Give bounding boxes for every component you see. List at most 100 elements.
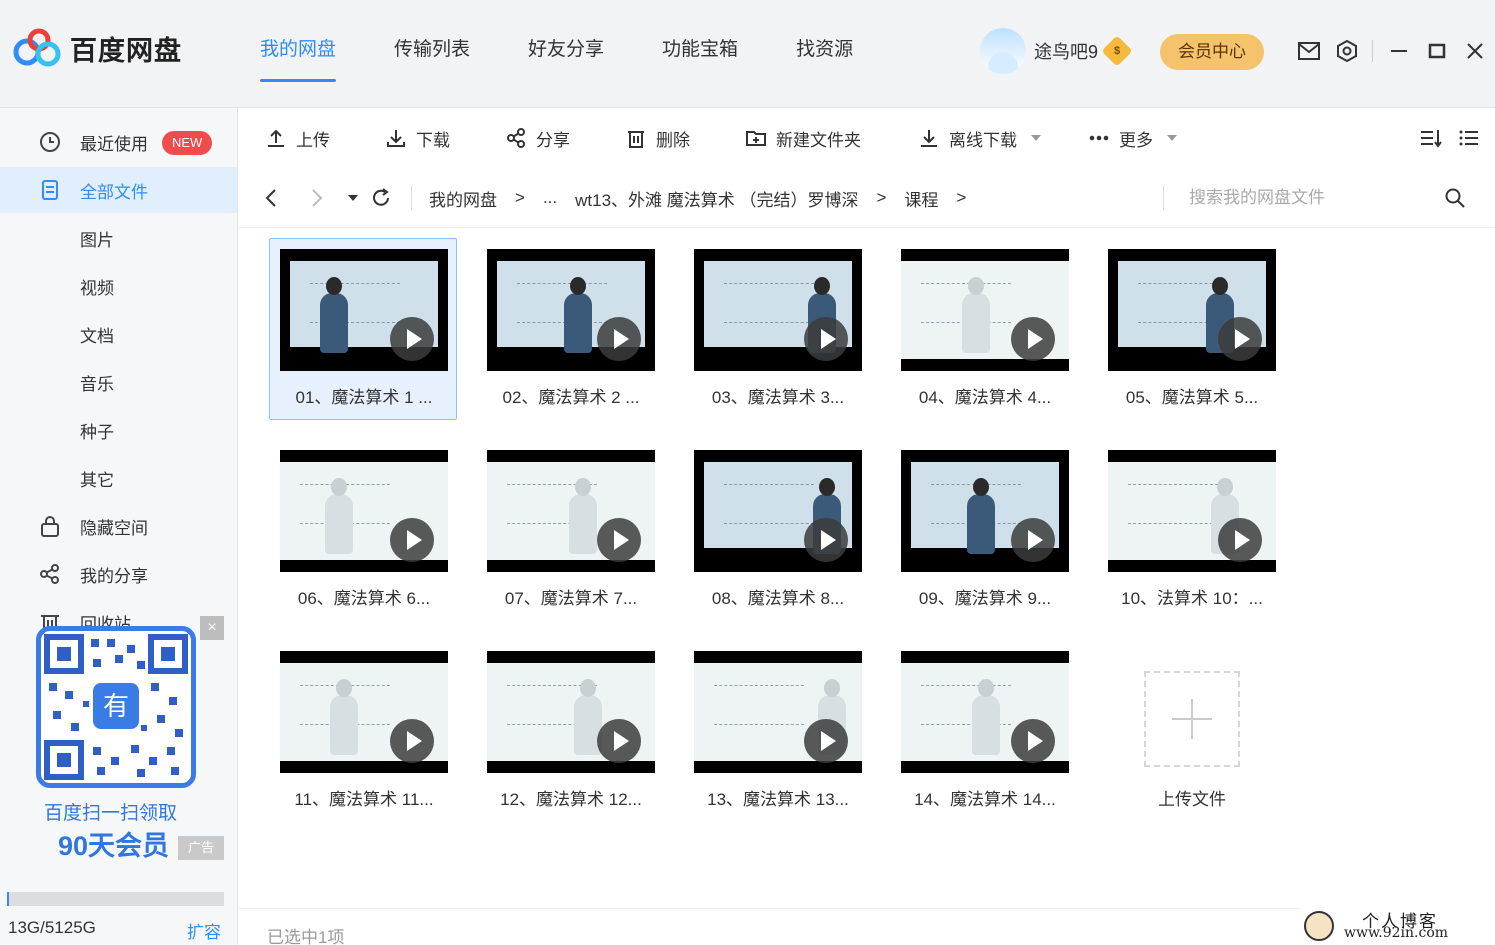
- user-info[interactable]: 途鸟吧9 $: [980, 28, 1133, 74]
- sidebar-item-all-files[interactable]: 全部文件: [0, 167, 237, 213]
- close-icon[interactable]: [1462, 38, 1488, 64]
- offline-download-button[interactable]: 离线下载: [917, 108, 1041, 168]
- offline-download-icon: [917, 126, 941, 150]
- video-thumbnail: [901, 450, 1069, 572]
- nav-my-disk[interactable]: 我的网盘: [260, 0, 337, 100]
- breadcrumb-item-ellipsis[interactable]: ...: [543, 188, 557, 208]
- video-file-tile[interactable]: 14、魔法算术 14...: [890, 640, 1078, 822]
- video-file-tile[interactable]: 09、魔法算术 9...: [890, 439, 1078, 621]
- play-icon[interactable]: [597, 719, 641, 763]
- document-icon: [42, 180, 58, 200]
- play-icon[interactable]: [390, 317, 434, 361]
- video-file-tile[interactable]: 13、魔法算术 13...: [683, 640, 871, 822]
- video-file-tile[interactable]: 03、魔法算术 3...: [683, 238, 871, 420]
- upload-file-tile[interactable]: 上传文件: [1097, 640, 1285, 822]
- maximize-icon[interactable]: [1424, 38, 1450, 64]
- sidebar-item-hidden-space[interactable]: 隐藏空间: [0, 503, 237, 549]
- username[interactable]: 途鸟吧9: [1034, 38, 1098, 64]
- list-view-button[interactable]: [1457, 108, 1489, 168]
- avatar[interactable]: [980, 28, 1026, 74]
- refresh-icon[interactable]: [369, 186, 393, 210]
- promo-close-icon[interactable]: ×: [200, 616, 224, 640]
- share-label: 分享: [536, 130, 570, 150]
- nav-transfer-list[interactable]: 传输列表: [394, 0, 470, 100]
- search-input[interactable]: [1189, 184, 1429, 212]
- new-folder-button[interactable]: 新建文件夹: [744, 108, 861, 168]
- play-icon[interactable]: [390, 719, 434, 763]
- play-icon[interactable]: [1218, 518, 1262, 562]
- breadcrumb-separator: >: [515, 188, 525, 207]
- watermark: 个人博客 www.92in.com: [1300, 905, 1495, 945]
- nav-toolbox[interactable]: 功能宝箱: [662, 0, 738, 100]
- video-thumbnail: [901, 249, 1069, 371]
- share-button[interactable]: 分享: [504, 108, 570, 168]
- breadcrumb-item-course-folder[interactable]: wt13、外滩 魔法算术 （完结）罗博深: [575, 186, 858, 211]
- video-file-tile[interactable]: 06、魔法算术 6...: [269, 439, 457, 621]
- mail-icon[interactable]: [1296, 38, 1322, 64]
- sidebar-item-music[interactable]: 音乐: [0, 359, 237, 405]
- sort-button[interactable]: [1419, 108, 1451, 168]
- sidebar-item-my-shares[interactable]: 我的分享: [0, 551, 237, 597]
- upload-file-label: 上传文件: [1158, 790, 1226, 809]
- nav-find-resources[interactable]: 找资源: [796, 0, 853, 100]
- sidebar-item-torrents[interactable]: 种子: [0, 407, 237, 453]
- play-icon[interactable]: [804, 719, 848, 763]
- history-dropdown-icon[interactable]: [341, 186, 365, 210]
- ad-label: 广告: [178, 836, 224, 860]
- video-file-tile[interactable]: 08、魔法算术 8...: [683, 439, 871, 621]
- sidebar-item-label: 图片: [80, 230, 114, 250]
- vip-center-button[interactable]: 会员中心: [1160, 34, 1264, 70]
- sidebar-item-others[interactable]: 其它: [0, 455, 237, 501]
- video-file-tile[interactable]: 04、魔法算术 4...: [890, 238, 1078, 420]
- breadcrumb-item-lessons[interactable]: 课程: [904, 186, 938, 211]
- share-icon: [504, 126, 528, 150]
- plus-icon[interactable]: [1144, 671, 1240, 767]
- download-button[interactable]: 下载: [384, 108, 450, 168]
- play-icon[interactable]: [1011, 719, 1055, 763]
- file-name: 07、魔法算术 7...: [504, 589, 638, 608]
- file-name: 10、法算术 10：...: [1121, 589, 1263, 608]
- minimize-icon[interactable]: [1386, 38, 1412, 64]
- delete-button[interactable]: 删除: [624, 108, 690, 168]
- forward-icon[interactable]: [305, 186, 329, 210]
- settings-icon[interactable]: [1334, 38, 1360, 64]
- upload-button[interactable]: 上传: [264, 108, 330, 168]
- video-thumbnail: [280, 450, 448, 572]
- sidebar-item-recent[interactable]: 最近使用 NEW: [0, 119, 237, 165]
- play-icon[interactable]: [597, 317, 641, 361]
- play-icon[interactable]: [804, 518, 848, 562]
- video-file-tile[interactable]: 02、魔法算术 2 ...: [476, 238, 664, 420]
- main-nav: 我的网盘 传输列表 好友分享 功能宝箱 找资源: [260, 0, 911, 100]
- expand-storage-link[interactable]: 扩容: [187, 918, 221, 943]
- vip-badge-icon[interactable]: $: [1101, 35, 1133, 67]
- breadcrumb-item-my-disk[interactable]: 我的网盘: [429, 186, 497, 211]
- toolbar: 上传 下载 分享 删除 新建文件夹 离线下载 更多: [239, 108, 1495, 168]
- play-icon[interactable]: [597, 518, 641, 562]
- mascot-icon: [1304, 911, 1334, 941]
- play-icon[interactable]: [1011, 317, 1055, 361]
- play-icon[interactable]: [1218, 317, 1262, 361]
- chevron-down-icon[interactable]: [1031, 135, 1041, 141]
- sidebar-item-videos[interactable]: 视频: [0, 263, 237, 309]
- more-button[interactable]: 更多: [1087, 108, 1177, 168]
- video-file-tile[interactable]: 01、魔法算术 1 ...: [269, 238, 457, 420]
- chevron-down-icon[interactable]: [1167, 135, 1177, 141]
- sidebar-item-label: 其它: [80, 470, 114, 490]
- search-icon[interactable]: [1443, 186, 1467, 210]
- promo-banner[interactable]: × 有 百度扫一扫领取 90天会员 广告: [10, 614, 230, 874]
- sidebar-item-images[interactable]: 图片: [0, 215, 237, 261]
- sidebar-item-documents[interactable]: 文档: [0, 311, 237, 357]
- nav-friend-share[interactable]: 好友分享: [528, 0, 604, 100]
- play-icon[interactable]: [1011, 518, 1055, 562]
- video-thumbnail: [1108, 249, 1276, 371]
- promo-line1: 百度扫一扫领取: [44, 803, 178, 824]
- window-controls: [1386, 38, 1495, 64]
- play-icon[interactable]: [804, 317, 848, 361]
- video-file-tile[interactable]: 12、魔法算术 12...: [476, 640, 664, 822]
- video-file-tile[interactable]: 07、魔法算术 7...: [476, 439, 664, 621]
- back-icon[interactable]: [259, 186, 283, 210]
- video-file-tile[interactable]: 11、魔法算术 11...: [269, 640, 457, 822]
- play-icon[interactable]: [390, 518, 434, 562]
- video-file-tile[interactable]: 10、法算术 10：...: [1097, 439, 1285, 621]
- video-file-tile[interactable]: 05、魔法算术 5...: [1097, 238, 1285, 420]
